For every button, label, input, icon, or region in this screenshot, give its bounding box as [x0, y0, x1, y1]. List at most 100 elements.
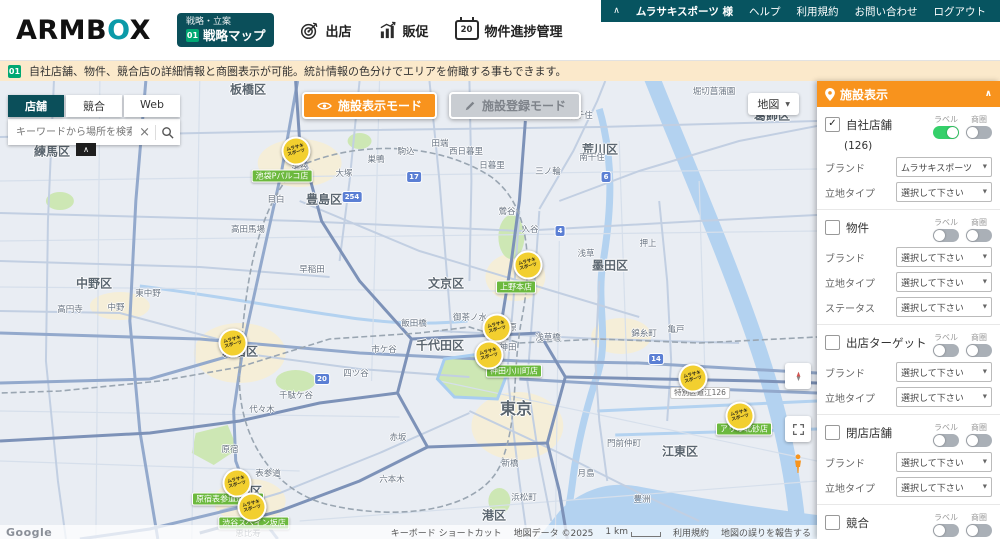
tab-stores[interactable]: 店舗 [8, 95, 64, 117]
filter-select[interactable]: 選択して下さい▼ [896, 477, 992, 497]
tab-competitors[interactable]: 競合 [66, 95, 122, 117]
place-label: 六本木 [379, 473, 405, 485]
trade-area-toggle[interactable] [966, 126, 992, 139]
filter-select[interactable]: ムラサキスポーツ▼ [896, 157, 992, 177]
place-label: 鶯谷 [498, 205, 515, 217]
facility-register-mode-button[interactable]: 施設登録モード [449, 92, 581, 119]
place-label: 田端 [431, 137, 448, 149]
label-toggle-label: ラベル [934, 512, 958, 523]
help-link[interactable]: ヘルプ [749, 4, 781, 19]
pegman-icon [793, 454, 803, 474]
trade-area-toggle[interactable] [966, 524, 992, 537]
place-label: 千駄ケ谷 [279, 389, 313, 401]
map-overlays: 板橋区練馬区豊島区荒川区葛飾区中野区文京区墨田区新宿区千代田区渋谷区港区江東区東… [0, 81, 817, 539]
trade-area-toggle-label: 商圏 [971, 217, 987, 228]
main-nav: 戦略・立案 01戦略マップ 出店 販促 20 物件進捗管理 [177, 13, 563, 48]
label-toggle[interactable] [933, 126, 959, 139]
section-label: 閉店店舗 [846, 422, 933, 441]
place-label: 押上 [639, 237, 656, 249]
eye-icon [317, 101, 332, 111]
place-label: 御茶ノ水 [453, 311, 487, 323]
section-label: 出店ターゲット [846, 332, 933, 351]
filter-select[interactable]: 選択して下さい▼ [896, 247, 992, 267]
collapse-topbar-icon[interactable]: ∧ [613, 6, 620, 16]
place-label: 目白 [267, 193, 284, 205]
store-label: 池袋Pパルコ店 [252, 170, 313, 183]
map-pin-icon [825, 88, 835, 101]
filter-row: ステータス 選択して下さい▼ [825, 297, 992, 317]
district-label: 港区 [482, 507, 506, 524]
contact-link[interactable]: お問い合わせ [855, 4, 918, 19]
label-toggle-label: ラベル [934, 422, 958, 433]
section-label: 自社店舗 [846, 114, 933, 133]
label-toggle[interactable] [933, 344, 959, 357]
search-icon[interactable] [161, 126, 174, 139]
facility-sidebar-header[interactable]: 施設表示 ∧ [817, 81, 1000, 107]
store-marker[interactable]: ムラサキスポーツ [510, 247, 545, 282]
facility-sidebar: 施設表示 ∧ ✓ 自社店舗ラベル 商圏 (126) ブランド ムラサキスポーツ▼ 立地タイプ… [817, 81, 1000, 539]
section-checkbox[interactable] [825, 220, 840, 235]
filter-select[interactable]: 選択して下さい▼ [896, 182, 992, 202]
filter-label: ブランド [825, 160, 865, 175]
place-label: 巣鴨 [367, 153, 384, 165]
map-type-button[interactable]: 地図 ▼ [748, 93, 799, 115]
filter-select[interactable]: 選択して下さい▼ [896, 387, 992, 407]
sidebar-collapse-icon[interactable]: ∧ [985, 89, 992, 99]
info-banner: 01 自社店舗、物件、競合店の詳細情報と商圏表示が可能。統計情報の色分けでエリア… [0, 61, 1000, 81]
chevron-down-icon: ▼ [785, 101, 790, 108]
section-checkbox[interactable] [825, 425, 840, 440]
filter-row: 立地タイプ選択して下さい▼ [825, 272, 992, 292]
trade-area-toggle[interactable] [966, 229, 992, 242]
label-toggle[interactable] [933, 524, 959, 537]
filter-label: ステータス [825, 300, 875, 315]
district-label: 千代田区 [416, 337, 464, 354]
filter-row: ブランド選択して下さい▼ [825, 247, 992, 267]
filter-row: ブランド選択して下さい▼ [825, 452, 992, 472]
panel-collapse-button[interactable]: ∧ [76, 143, 96, 156]
filter-row: 立地タイプ選択して下さい▼ [825, 387, 992, 407]
section-checkbox[interactable] [825, 515, 840, 530]
section-checkbox[interactable] [825, 335, 840, 350]
place-label: 浅草 [577, 247, 594, 259]
place-label: 浜松町 [511, 491, 537, 503]
section-checkbox[interactable]: ✓ [825, 117, 840, 132]
filter-select[interactable]: 選択して下さい▼ [896, 452, 992, 472]
terms-link[interactable]: 利用規約 [797, 4, 839, 19]
chevron-down-icon: ▼ [983, 254, 987, 260]
filter-select[interactable]: 選択して下さい▼ [896, 272, 992, 292]
report-error-link[interactable]: 地図の誤りを報告する [721, 526, 811, 539]
map-area[interactable]: 板橋区練馬区豊島区荒川区葛飾区中野区文京区墨田区新宿区千代田区渋谷区港区江東区東… [0, 81, 817, 539]
nav-bukken[interactable]: 20 物件進捗管理 [455, 20, 563, 40]
trade-area-toggle[interactable] [966, 434, 992, 447]
logout-link[interactable]: ログアウト [934, 4, 987, 19]
trade-area-toggle[interactable] [966, 344, 992, 357]
label-toggle[interactable] [933, 229, 959, 242]
place-label: 浅草橋 [535, 331, 561, 343]
filter-select[interactable]: 選択して下さい▼ [896, 362, 992, 382]
keyboard-shortcuts-link[interactable]: キーボード ショートカット [391, 526, 502, 539]
filter-select[interactable]: 選択して下さい▼ [896, 297, 992, 317]
nav-shutten[interactable]: 出店 [300, 21, 351, 40]
facility-section: 出店ターゲットラベル商圏ブランド選択して下さい▼立地タイプ選択して下さい▼ [817, 325, 1000, 415]
pegman-control[interactable] [785, 451, 811, 477]
fullscreen-control[interactable] [785, 416, 811, 442]
section-count: (126) [844, 140, 992, 152]
place-label: 代々木 [249, 403, 275, 415]
store-label: 上野本店 [496, 281, 536, 294]
nav-strategy-map[interactable]: 戦略・立案 01戦略マップ [177, 13, 275, 48]
place-label: 堀切菖蒲園 [693, 85, 736, 97]
search-input[interactable] [14, 126, 134, 139]
google-logo[interactable]: Google [6, 526, 52, 539]
section-label: 競合 [846, 512, 933, 531]
nav-hansoku[interactable]: 販促 [378, 21, 429, 40]
facility-sidebar-body: ✓ 自社店舗ラベル 商圏 (126) ブランド ムラサキスポーツ▼ 立地タイプ選択して下さい… [817, 107, 1000, 539]
clear-search-icon[interactable]: × [139, 126, 150, 139]
district-label: 東京 [500, 395, 532, 419]
map-terms-link[interactable]: 利用規約 [673, 526, 709, 539]
tab-web[interactable]: Web [124, 95, 180, 117]
facility-display-mode-button[interactable]: 施設表示モード [302, 92, 437, 119]
compass-control[interactable] [785, 363, 811, 389]
facility-section: 物件ラベル商圏ブランド選択して下さい▼立地タイプ選択して下さい▼ステータス選択し… [817, 210, 1000, 325]
chevron-down-icon: ▼ [983, 189, 987, 195]
label-toggle[interactable] [933, 434, 959, 447]
